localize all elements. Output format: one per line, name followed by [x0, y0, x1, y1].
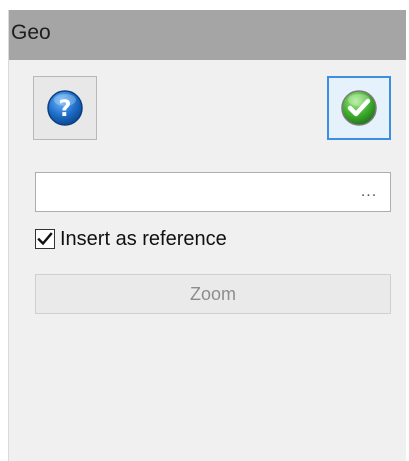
insert-as-reference-label: Insert as reference: [60, 227, 227, 250]
checkmark-icon: [37, 232, 53, 246]
insert-as-reference-option[interactable]: Insert as reference: [35, 226, 227, 252]
help-button[interactable]: ?: [33, 76, 97, 140]
green-checkmark-icon: [341, 90, 377, 126]
help-question-icon: ?: [47, 90, 83, 126]
geo-panel: Geo ? ... Insert as reference Zoom: [8, 10, 406, 461]
browse-button[interactable]: ...: [354, 183, 384, 207]
panel-title: Geo: [9, 10, 406, 60]
file-path-field: ...: [35, 172, 391, 212]
insert-as-reference-checkbox[interactable]: [35, 229, 55, 249]
zoom-button[interactable]: Zoom: [35, 274, 391, 314]
ok-button[interactable]: [327, 76, 391, 140]
svg-text:?: ?: [59, 97, 72, 122]
file-path-input[interactable]: [36, 173, 358, 211]
